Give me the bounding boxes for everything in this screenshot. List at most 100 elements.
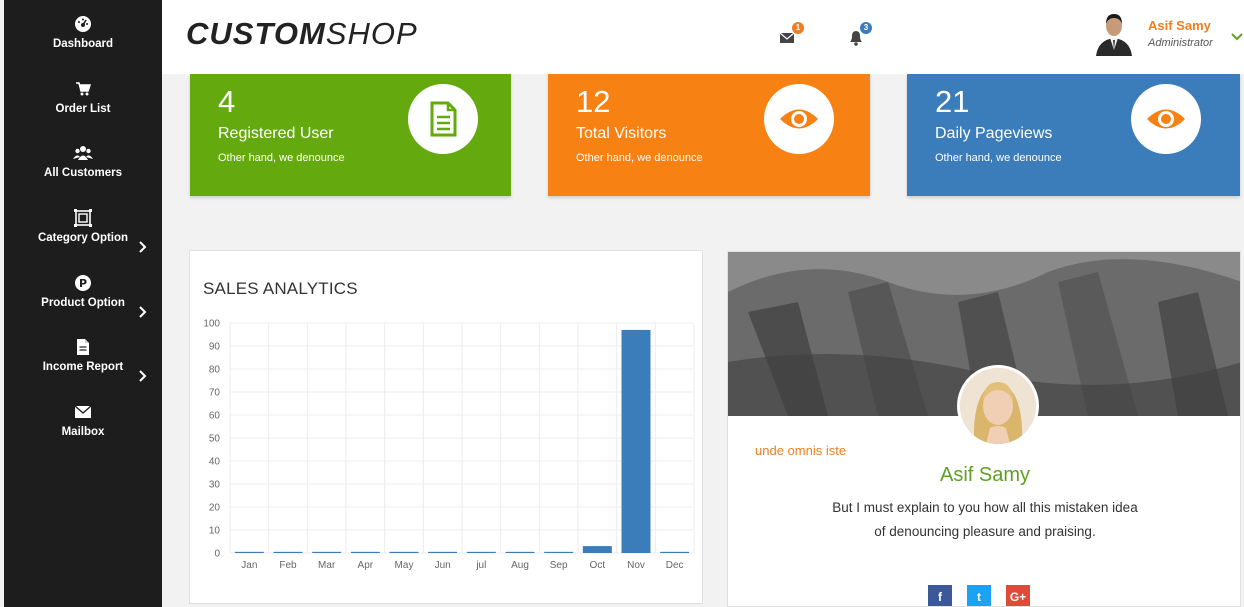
report-icon: [77, 339, 89, 355]
sidebar-item-label: All Customers: [44, 167, 122, 179]
stat-subtitle: Other hand, we denounce: [576, 152, 703, 164]
stat-subtitle: Other hand, we denounce: [218, 152, 345, 164]
chevron-right-icon: [139, 241, 147, 253]
y-tick-label: 20: [209, 503, 221, 514]
y-tick-label: 50: [209, 434, 221, 445]
chart-bar-sep: [544, 551, 574, 553]
facebook-button[interactable]: f: [928, 585, 952, 606]
chart-bar-oct: [582, 546, 612, 553]
profile-name: Asif Samy: [939, 464, 1031, 486]
user-role: Administrator: [1148, 37, 1213, 49]
chevron-right-icon: [139, 306, 147, 318]
x-tick-label: Apr: [358, 560, 374, 571]
notifications-badge: 3: [860, 22, 872, 34]
y-tick-label: 40: [209, 457, 221, 468]
mail-icon: [74, 405, 92, 418]
x-tick-label: Mar: [318, 560, 336, 571]
stat-card-total-visitors[interactable]: 12 Total Visitors Other hand, we denounc…: [548, 74, 870, 196]
y-tick-label: 60: [209, 411, 221, 422]
sidebar-item-category-option[interactable]: Category Option: [4, 208, 162, 264]
chevron-down-icon[interactable]: [1230, 32, 1244, 42]
stat-value: 12: [576, 84, 611, 119]
user-avatar[interactable]: [1094, 10, 1134, 56]
sidebar-item-label: Order List: [55, 103, 111, 115]
y-tick-label: 30: [209, 480, 221, 491]
google-plus-icon: G+: [1009, 590, 1027, 604]
chart-bar-jul: [466, 551, 496, 553]
stat-card-registered-users[interactable]: 4 Registered User Other hand, we denounc…: [190, 74, 511, 196]
sidebar-item-order-list[interactable]: Order List: [4, 79, 162, 135]
x-tick-label: Oct: [590, 560, 606, 571]
profile-card: unde omnis iste Asif Samy But I must exp…: [727, 251, 1241, 607]
sidebar-item-label: Dashboard: [52, 38, 114, 50]
user-name[interactable]: Asif Samy: [1148, 18, 1211, 33]
stat-title: Total Visitors: [576, 125, 667, 142]
users-icon: [73, 146, 93, 160]
sidebar: Dashboard Order List All Customers Categ…: [4, 0, 162, 607]
notifications-button[interactable]: 3: [846, 22, 872, 48]
google-plus-button[interactable]: G+: [1006, 585, 1030, 606]
stat-icon-circle: [1131, 84, 1201, 154]
sidebar-item-product-option[interactable]: P Product Option: [4, 273, 162, 329]
sidebar-item-income-report[interactable]: Income Report: [4, 337, 162, 393]
x-tick-label: May: [395, 560, 414, 571]
eye-icon: [1147, 109, 1185, 129]
chart-bar-aug: [505, 551, 535, 553]
sidebar-item-dashboard[interactable]: Dashboard: [4, 14, 162, 70]
sidebar-item-mailbox[interactable]: Mailbox: [4, 402, 162, 458]
chart-bar-apr: [350, 551, 380, 553]
chevron-right-icon: [139, 370, 147, 382]
facebook-icon: f: [938, 590, 942, 604]
messages-badge: 1: [792, 22, 804, 34]
document-icon: [430, 101, 457, 137]
stat-icon-circle: [764, 84, 834, 154]
y-tick-label: 70: [209, 388, 221, 399]
x-tick-label: Nov: [627, 560, 645, 571]
x-tick-label: Sep: [550, 560, 568, 571]
y-tick-label: 100: [203, 319, 220, 330]
profile-photo: [957, 365, 1039, 447]
twitter-icon: t: [977, 590, 981, 604]
y-tick-label: 90: [209, 342, 221, 353]
sales-analytics-panel: SALES ANALYTICS 0 10 20 30 40 50 60 70 80 90 100 Ja…: [189, 250, 703, 604]
profile-tagline: unde omnis iste: [755, 443, 847, 458]
dashboard-icon: [75, 16, 91, 32]
profile-bio: But I must explain to you how all this m…: [832, 500, 1138, 539]
chart-bar-jan: [234, 551, 264, 553]
stat-value: 21: [935, 84, 970, 119]
category-icon: [74, 209, 92, 227]
chart-bar-nov: [621, 329, 651, 553]
sidebar-item-all-customers[interactable]: All Customers: [4, 143, 162, 199]
stat-icon-circle: [408, 84, 478, 154]
stat-card-daily-pageviews[interactable]: 21 Daily Pageviews Other hand, we denoun…: [907, 74, 1240, 196]
x-tick-label: jul: [475, 560, 486, 571]
x-tick-label: Feb: [279, 560, 297, 571]
x-tick-label: Dec: [666, 560, 684, 571]
top-header: CUSTOMSHOP 1 3 Asif Samy Administrator: [162, 0, 1244, 74]
x-tick-label: Jan: [241, 560, 257, 571]
x-tick-label: Aug: [511, 560, 529, 571]
brand-part-1: CUSTOM: [186, 16, 326, 51]
stat-title: Registered User: [218, 125, 334, 142]
sidebar-item-label: Mailbox: [61, 426, 105, 438]
chart-bar-mar: [312, 551, 342, 553]
x-tick-label: Jun: [435, 560, 451, 571]
chart-bar-may: [389, 551, 419, 553]
svg-text:P: P: [79, 277, 87, 290]
product-icon: P: [75, 275, 91, 291]
stat-title: Daily Pageviews: [935, 125, 1053, 142]
stat-value: 4: [218, 84, 236, 119]
sales-chart: 0 10 20 30 40 50 60 70 80 90 100 Jan Feb Mar Apr May Jun…: [203, 319, 695, 571]
chart-bar-feb: [273, 551, 303, 553]
chart-bar-dec: [660, 551, 690, 553]
y-tick-label: 10: [209, 526, 221, 537]
cart-icon: [76, 82, 92, 96]
brand-part-2: SHOP: [325, 16, 418, 51]
y-tick-label: 80: [209, 365, 221, 376]
stat-subtitle: Other hand, we denounce: [935, 152, 1062, 164]
messages-button[interactable]: 1: [778, 22, 804, 48]
y-tick-label: 0: [214, 549, 220, 560]
twitter-button[interactable]: t: [967, 585, 991, 606]
chart-bar-jun: [428, 551, 458, 553]
brand-logo[interactable]: CUSTOMSHOP: [186, 16, 418, 52]
